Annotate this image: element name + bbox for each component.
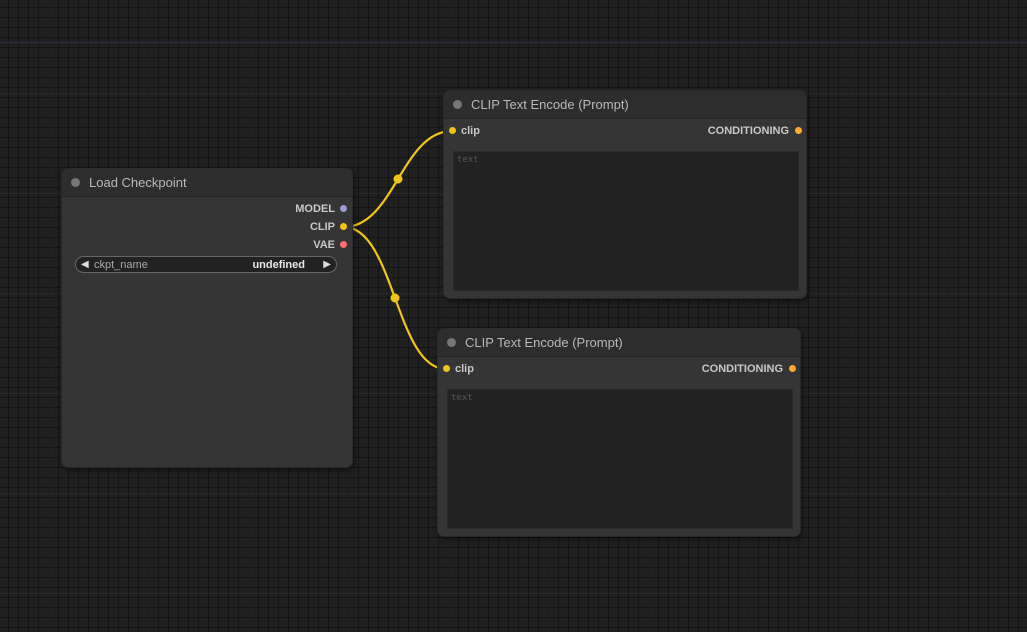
node-title-bar[interactable]: CLIP Text Encode (Prompt)	[444, 91, 806, 118]
node-title: CLIP Text Encode (Prompt)	[471, 97, 629, 112]
output-slot-clip-dot[interactable]	[340, 223, 347, 230]
clip-text-encode-node-1[interactable]: CLIP Text Encode (Prompt) clip CONDITION…	[444, 91, 806, 298]
input-label-clip: clip	[461, 125, 480, 137]
node-title: Load Checkpoint	[89, 175, 187, 190]
output-slot-conditioning-dot[interactable]	[795, 127, 802, 134]
output-label-vae: VAE	[313, 239, 335, 251]
canvas-guide-line	[0, 42, 1027, 43]
input-slot-clip-dot[interactable]	[443, 365, 450, 372]
load-checkpoint-node[interactable]: Load Checkpoint MODEL CLIP VAE ◀ ckpt_na…	[62, 169, 352, 467]
output-label-clip: CLIP	[309, 221, 335, 233]
prompt-text-input[interactable]	[447, 389, 793, 529]
input-label-clip: clip	[455, 363, 474, 375]
collapse-toggle-icon[interactable]	[71, 178, 80, 187]
clip-text-encode-node-2[interactable]: CLIP Text Encode (Prompt) clip CONDITION…	[438, 329, 800, 536]
output-slot-model-dot[interactable]	[340, 205, 347, 212]
output-label-conditioning: CONDITIONING	[707, 125, 789, 137]
output-label-model: MODEL	[295, 203, 335, 215]
output-slot-vae-dot[interactable]	[340, 241, 347, 248]
combo-next-arrow-icon[interactable]: ▶	[323, 258, 331, 272]
ckpt-name-combo[interactable]: ◀ ckpt_name undefined ▶	[75, 256, 337, 273]
collapse-toggle-icon[interactable]	[453, 100, 462, 109]
prompt-text-input[interactable]	[453, 151, 799, 291]
combo-value: undefined	[252, 259, 305, 271]
node-title: CLIP Text Encode (Prompt)	[465, 335, 623, 350]
input-slot-clip-dot[interactable]	[449, 127, 456, 134]
combo-label: ckpt_name	[94, 259, 148, 271]
link-2-center-handle[interactable]	[390, 293, 400, 303]
node-title-bar[interactable]: CLIP Text Encode (Prompt)	[438, 329, 800, 356]
link-1-center-handle[interactable]	[393, 174, 403, 184]
output-slot-conditioning-dot[interactable]	[789, 365, 796, 372]
graph-canvas[interactable]: Load Checkpoint MODEL CLIP VAE ◀ ckpt_na…	[0, 0, 1027, 632]
node-title-bar[interactable]: Load Checkpoint	[62, 169, 352, 196]
link-clip-to-encode-1[interactable]	[343, 129, 453, 229]
link-clip-to-encode-2[interactable]	[343, 225, 447, 371]
collapse-toggle-icon[interactable]	[447, 338, 456, 347]
output-label-conditioning: CONDITIONING	[701, 363, 783, 375]
combo-prev-arrow-icon[interactable]: ◀	[81, 258, 89, 272]
